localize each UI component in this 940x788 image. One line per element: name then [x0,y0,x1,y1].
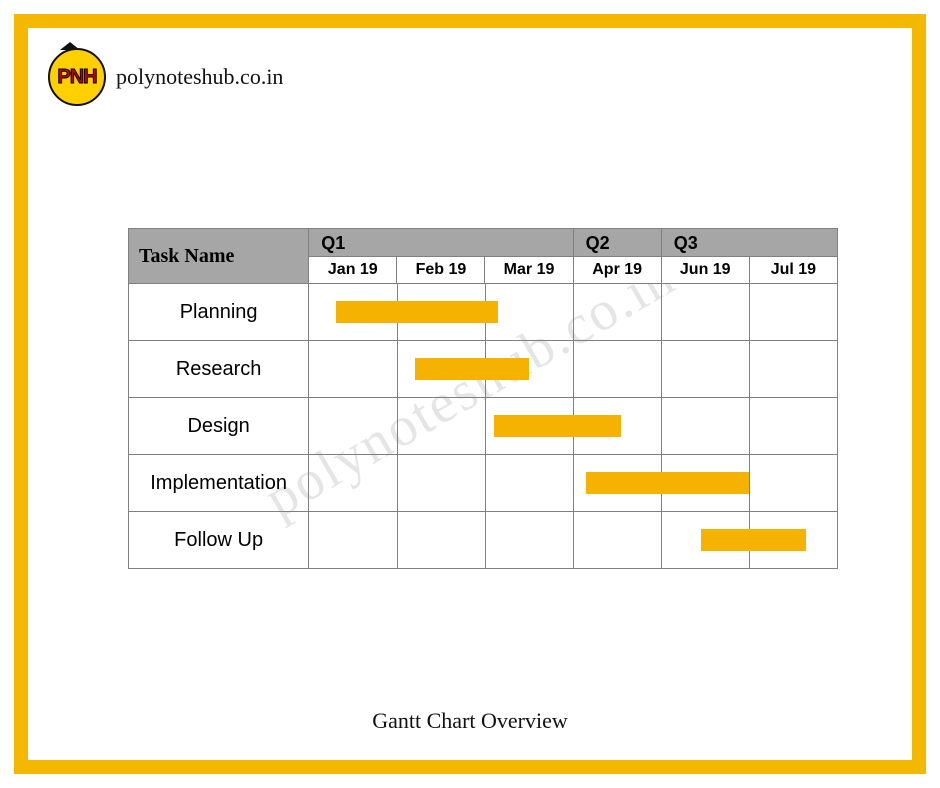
gantt-header: Task Name Q1 Q2 Q3 Jan 19 Feb 19 Mar 19 … [129,229,838,284]
grid-line [749,284,750,340]
table-row: Research [129,341,838,398]
task-name: Research [129,341,309,398]
grid-line [661,512,662,568]
header-month: Jul 19 [749,257,837,284]
header-quarter: Q1 [309,229,573,257]
header-month: Feb 19 [397,257,485,284]
gantt-timeline [309,398,837,454]
grid-line [397,341,398,397]
grid-line [485,512,486,568]
graduation-cap-icon [60,42,80,50]
task-name: Implementation [129,455,309,512]
table-row: Design [129,398,838,455]
gantt-bar [415,358,529,380]
grid-line [573,341,574,397]
header-quarter: Q3 [661,229,837,257]
grid-line [573,284,574,340]
grid-line [573,455,574,511]
gantt-bar [336,301,499,323]
grid-line [661,284,662,340]
logo-abbrev: PNH [57,66,96,89]
header-month: Jun 19 [661,257,749,284]
header-task-name: Task Name [129,229,309,284]
gantt-timeline [309,284,837,340]
logo-area: PNH polynoteshub.co.in [48,48,283,106]
gantt-timeline [309,512,837,568]
gantt-timeline-cell [309,341,838,398]
table-row: Follow Up [129,512,838,569]
grid-line [661,341,662,397]
gantt-timeline-cell [309,284,838,341]
gantt-bar [494,415,622,437]
gantt-body: PlanningResearchDesignImplementationFoll… [129,284,838,569]
gantt-bar [701,529,807,551]
gantt-timeline [309,341,837,397]
task-name: Design [129,398,309,455]
site-title: polynoteshub.co.in [116,64,283,90]
grid-line [661,398,662,454]
gantt-chart: Task Name Q1 Q2 Q3 Jan 19 Feb 19 Mar 19 … [128,228,838,569]
grid-line [397,512,398,568]
chart-caption: Gantt Chart Overview [28,708,912,734]
header-month: Jan 19 [309,257,397,284]
grid-line [397,398,398,454]
gantt-timeline [309,455,837,511]
gantt-timeline-cell [309,398,838,455]
grid-line [749,341,750,397]
grid-line [485,398,486,454]
header-month: Apr 19 [573,257,661,284]
gantt-table: Task Name Q1 Q2 Q3 Jan 19 Feb 19 Mar 19 … [128,228,838,569]
grid-line [749,455,750,511]
frame: PNH polynoteshub.co.in polynoteshub.co.i… [14,14,926,774]
header-quarter: Q2 [573,229,661,257]
grid-line [397,455,398,511]
task-name: Planning [129,284,309,341]
grid-line [573,512,574,568]
logo-icon: PNH [48,48,106,106]
gantt-bar [586,472,749,494]
table-row: Planning [129,284,838,341]
gantt-timeline-cell [309,455,838,512]
task-name: Follow Up [129,512,309,569]
grid-line [749,398,750,454]
gantt-timeline-cell [309,512,838,569]
header-month: Mar 19 [485,257,573,284]
table-row: Implementation [129,455,838,512]
grid-line [485,455,486,511]
